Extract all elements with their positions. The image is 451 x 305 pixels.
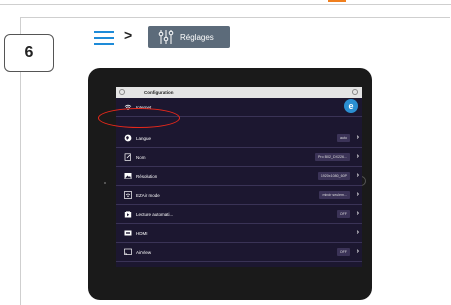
settings-row-langue[interactable]: Langue auto › — [116, 129, 362, 148]
config-title: Configuration — [144, 90, 174, 95]
chevron-right-icon: › — [356, 191, 359, 198]
hamburger-menu-icon[interactable] — [94, 31, 114, 45]
back-icon[interactable] — [119, 89, 125, 95]
step-number: 6 — [4, 34, 54, 72]
play-icon — [124, 211, 132, 218]
chevron-right-icon: › — [356, 172, 359, 179]
edit-icon — [124, 153, 131, 161]
sliders-icon — [158, 30, 174, 44]
row-value: OFF — [336, 248, 350, 256]
chevron-right-icon: › — [356, 153, 359, 160]
globe-icon — [124, 134, 132, 142]
chevron-right-icon: › — [356, 229, 359, 236]
row-label: HDMI — [136, 231, 148, 236]
config-titlebar: Configuration — [116, 87, 362, 98]
row-value: 1920x1080_60P — [317, 172, 350, 180]
settings-row-hdmi[interactable]: HDMI › — [116, 224, 362, 243]
settings-button[interactable]: Réglages — [148, 26, 230, 48]
top-divider — [0, 4, 451, 5]
row-value: auto — [337, 134, 350, 142]
settings-row-nom[interactable]: Nom Pro B02_DX226... › — [116, 148, 362, 167]
settings-row-lecture-automatique[interactable]: Lecture automati... OFF › — [116, 205, 362, 224]
hdmi-icon — [124, 230, 132, 236]
chevron-right-icon: › — [356, 210, 359, 217]
screen-share-icon — [124, 191, 132, 199]
settings-row-airview[interactable]: AirView OFF › — [116, 243, 362, 262]
tablet-camera — [104, 182, 106, 184]
settings-row-resolution[interactable]: Résolution 1920x1080_60P › — [116, 167, 362, 186]
row-label: EZAir mode — [136, 193, 160, 198]
row-value: Pro B02_DX226... — [315, 153, 350, 161]
image-icon — [124, 173, 132, 179]
row-value: miroir seulem... — [319, 191, 350, 199]
row-label: Langue — [136, 136, 152, 141]
row-label: AirView — [136, 250, 152, 255]
internet-highlight-circle — [98, 108, 180, 128]
row-label: Lecture automati... — [136, 212, 174, 217]
chevron-right-icon: › — [356, 248, 359, 255]
gear-icon[interactable] — [352, 89, 358, 95]
settings-label: Réglages — [180, 32, 214, 42]
row-value: OFF — [336, 210, 350, 218]
settings-row-ezair-mode[interactable]: EZAir mode miroir seulem... › — [116, 186, 362, 205]
row-label: Résolution — [136, 174, 158, 179]
cast-icon — [124, 248, 132, 255]
row-label: Nom — [136, 155, 146, 160]
top-accent-mark — [328, 0, 346, 2]
chevron-right-icon: › — [356, 134, 359, 141]
breadcrumb-separator: > — [124, 27, 133, 43]
